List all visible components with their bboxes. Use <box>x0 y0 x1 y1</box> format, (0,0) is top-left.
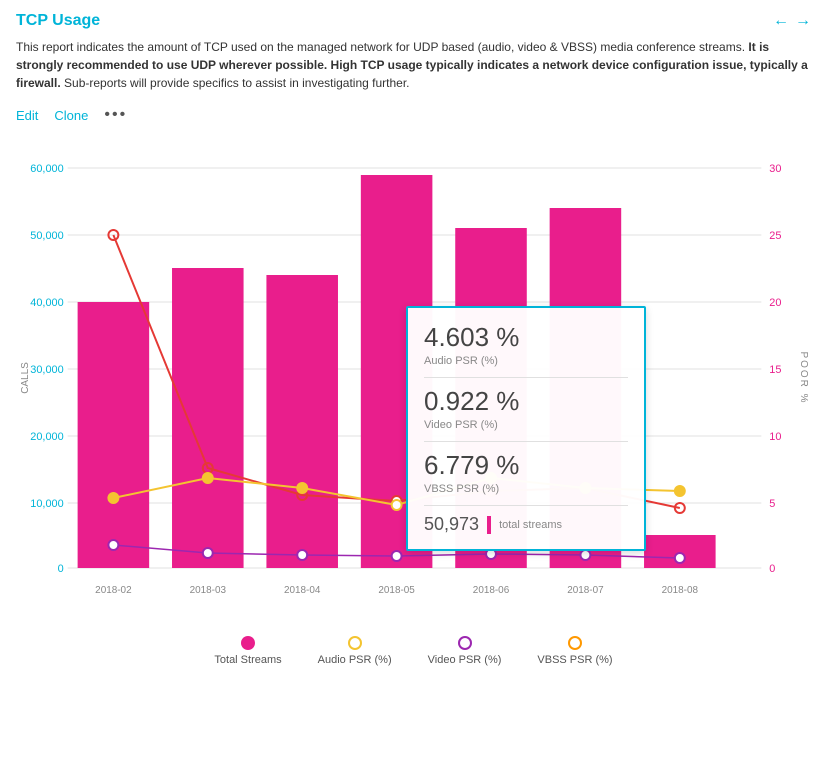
legend-audio-psr: Audio PSR (%) <box>318 636 392 666</box>
legend-dot-vbss <box>568 636 582 650</box>
dot-video-may <box>392 551 402 561</box>
svg-text:50,000: 50,000 <box>30 230 63 242</box>
svg-text:40,000: 40,000 <box>30 297 63 309</box>
legend-vbss-psr: VBSS PSR (%) <box>537 636 612 666</box>
legend-label-video: Video PSR (%) <box>428 654 502 666</box>
dot-video-feb <box>108 540 118 550</box>
tooltip-streams-label: total streams <box>499 519 562 531</box>
report-description: This report indicates the amount of TCP … <box>16 38 811 92</box>
toolbar: Edit Clone ••• <box>16 106 811 124</box>
svg-text:10,000: 10,000 <box>30 498 63 510</box>
more-button[interactable]: ••• <box>104 106 127 124</box>
svg-text:60,000: 60,000 <box>30 163 63 175</box>
chart-area: 60,000 50,000 40,000 30,000 20,000 10,00… <box>16 138 811 628</box>
svg-text:POOR %: POOR % <box>798 351 809 404</box>
svg-text:2018-05: 2018-05 <box>378 585 415 596</box>
svg-text:0: 0 <box>58 563 64 575</box>
tooltip-label2: Video PSR (%) <box>424 419 628 431</box>
bar-mar <box>172 268 244 568</box>
legend-dot-video <box>458 636 472 650</box>
svg-text:2018-06: 2018-06 <box>473 585 510 596</box>
svg-text:2018-03: 2018-03 <box>190 585 227 596</box>
legend-label-vbss: VBSS PSR (%) <box>537 654 612 666</box>
svg-text:5: 5 <box>769 498 775 510</box>
svg-text:25: 25 <box>769 230 781 242</box>
svg-text:2018-08: 2018-08 <box>662 585 699 596</box>
dot-video-apr <box>297 550 307 560</box>
dot-audio-apr <box>297 483 307 493</box>
svg-text:CALLS: CALLS <box>20 362 31 394</box>
page-title: TCP Usage <box>16 12 100 30</box>
tooltip-streams-val: 50,973 <box>424 514 479 535</box>
tooltip-val1: 4.603 % <box>424 322 628 353</box>
nav-prev-button[interactable]: ← <box>773 12 789 30</box>
bar-feb <box>78 302 150 568</box>
nav-arrows: ← → <box>773 12 811 30</box>
dot-audio-aug <box>675 486 685 496</box>
edit-button[interactable]: Edit <box>16 108 38 123</box>
legend-label-total: Total Streams <box>214 654 281 666</box>
legend-total-streams: Total Streams <box>214 636 281 666</box>
bar-apr <box>266 275 338 568</box>
legend-row: Total Streams Audio PSR (%) Video PSR (%… <box>16 636 811 672</box>
header-row: TCP Usage ← → <box>16 12 811 30</box>
dot-audio-feb <box>108 493 118 503</box>
tooltip-val2: 0.922 % <box>424 386 628 417</box>
tooltip-box: 4.603 % Audio PSR (%) 0.922 % Video PSR … <box>406 306 646 551</box>
legend-dot-audio <box>348 636 362 650</box>
tooltip-streams-row: 50,973 total streams <box>424 514 628 535</box>
svg-text:0: 0 <box>769 563 775 575</box>
svg-text:10: 10 <box>769 431 781 443</box>
tooltip-label1: Audio PSR (%) <box>424 355 628 367</box>
tooltip-label3: VBSS PSR (%) <box>424 483 628 495</box>
svg-text:30: 30 <box>769 163 781 175</box>
legend-video-psr: Video PSR (%) <box>428 636 502 666</box>
dot-video-jul <box>580 550 590 560</box>
dot-audio-may <box>392 500 402 510</box>
legend-label-audio: Audio PSR (%) <box>318 654 392 666</box>
dot-video-aug <box>675 553 685 563</box>
tooltip-streams-bar-icon <box>487 516 491 534</box>
svg-text:2018-02: 2018-02 <box>95 585 132 596</box>
dot-video-mar <box>203 548 213 558</box>
svg-text:2018-04: 2018-04 <box>284 585 321 596</box>
svg-text:20: 20 <box>769 297 781 309</box>
tooltip-val3: 6.779 % <box>424 450 628 481</box>
svg-text:30,000: 30,000 <box>30 364 63 376</box>
legend-dot-total <box>241 636 255 650</box>
dot-audio-mar <box>203 473 213 483</box>
clone-button[interactable]: Clone <box>54 108 88 123</box>
svg-text:2018-07: 2018-07 <box>567 585 604 596</box>
nav-next-button[interactable]: → <box>795 12 811 30</box>
svg-text:20,000: 20,000 <box>30 431 63 443</box>
main-container: TCP Usage ← → This report indicates the … <box>0 0 827 684</box>
svg-text:15: 15 <box>769 364 781 376</box>
